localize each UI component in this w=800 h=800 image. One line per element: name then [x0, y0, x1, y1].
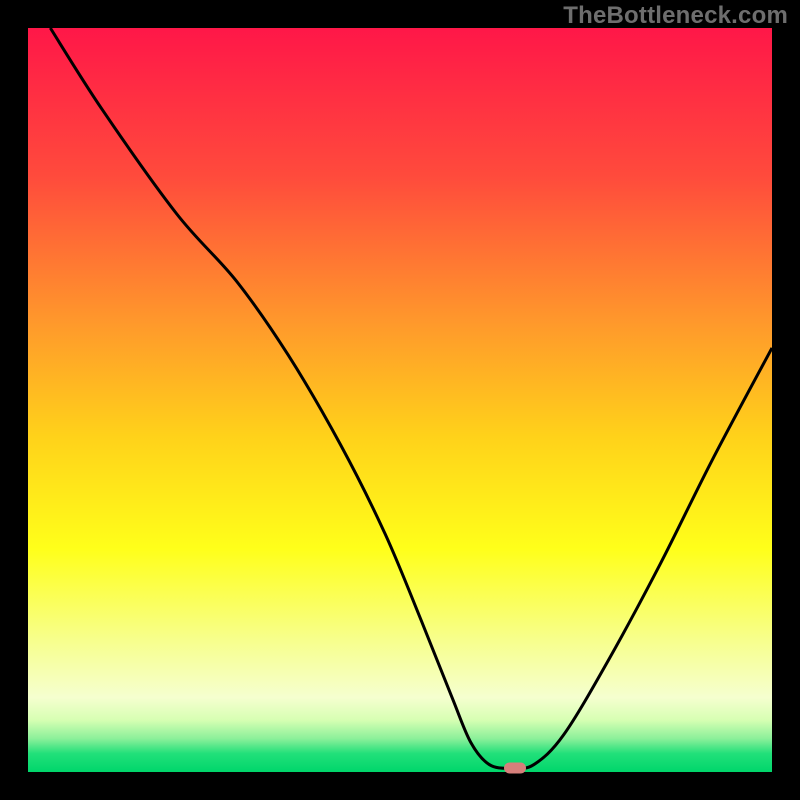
optimal-marker [504, 762, 526, 773]
watermark-text: TheBottleneck.com [563, 2, 788, 30]
chart-frame: TheBottleneck.com [0, 0, 800, 800]
bottleneck-curve [28, 28, 772, 772]
plot-area [28, 28, 772, 772]
curve-path [50, 28, 772, 769]
